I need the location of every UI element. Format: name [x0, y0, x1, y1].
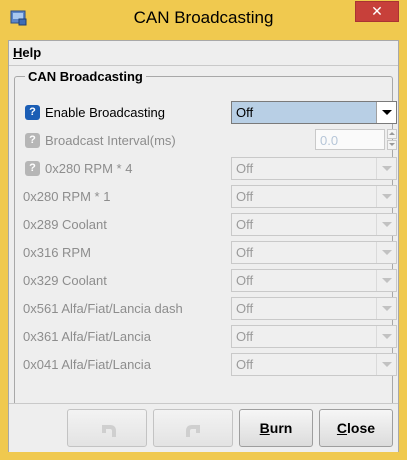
broadcast-interval-spinner[interactable]: 0.0 [315, 129, 397, 150]
select-value: Off [236, 357, 254, 372]
help-icon[interactable]: ? [25, 161, 40, 176]
setting-label: 0x329 Coolant [23, 273, 107, 288]
dropdown-button[interactable] [376, 270, 396, 291]
setting-select[interactable]: Off [231, 297, 397, 320]
setting-row-0x280-rpm-1: 0x280 RPM * 1 Off [23, 185, 397, 209]
setting-label: 0x289 Coolant [23, 217, 107, 232]
button-bar: Burn Close [9, 403, 398, 452]
dropdown-button[interactable] [376, 326, 396, 347]
setting-row-0x329-coolant: 0x329 Coolant Off [23, 269, 397, 293]
select-value: Off [236, 189, 254, 204]
setting-row-0x361-alfa-fiat-lancia: 0x361 Alfa/Fiat/Lancia Off [23, 325, 397, 349]
menu-help-label: elp [22, 45, 42, 60]
setting-row-0x280-rpm-4: ? 0x280 RPM * 4 Off [23, 157, 397, 181]
title-bar[interactable]: CAN Broadcasting ✕ [0, 0, 407, 38]
setting-label: 0x316 RPM [23, 245, 91, 260]
setting-row-0x289-coolant: 0x289 Coolant Off [23, 213, 397, 237]
select-value: Off [236, 329, 254, 344]
burn-label: urn [269, 420, 293, 436]
select-value: Off [236, 217, 254, 232]
setting-select[interactable]: Off [231, 213, 397, 236]
setting-select[interactable]: Off [231, 353, 397, 376]
dialog-body: Help CAN Broadcasting ? Enable Broadcast… [8, 40, 399, 452]
undo-icon [102, 425, 116, 437]
setting-label: Enable Broadcasting [45, 105, 165, 120]
redo-icon [186, 425, 200, 437]
setting-row-broadcast-interval: ? Broadcast Interval(ms) 0.0 [23, 129, 397, 153]
chevron-down-icon [382, 334, 392, 339]
select-value: Off [236, 301, 254, 316]
dropdown-button[interactable] [376, 186, 396, 207]
close-mnemonic: C [336, 420, 348, 436]
setting-row-enable-broadcasting: ? Enable Broadcasting Off [23, 101, 397, 125]
setting-select[interactable]: Off [231, 157, 397, 180]
menu-bar: Help [9, 41, 398, 66]
setting-label: 0x280 RPM * 1 [23, 189, 111, 204]
dropdown-button[interactable] [376, 242, 396, 263]
help-icon[interactable]: ? [25, 133, 40, 148]
chevron-down-icon [382, 110, 392, 115]
dropdown-button[interactable] [376, 158, 396, 179]
setting-label: Broadcast Interval(ms) [45, 133, 176, 148]
spinner-buttons [387, 129, 397, 150]
setting-select[interactable]: Off [231, 325, 397, 348]
setting-row-0x316-rpm: 0x316 RPM Off [23, 241, 397, 265]
setting-label: 0x280 RPM * 4 [45, 161, 133, 176]
close-button[interactable]: Close [319, 409, 393, 447]
enable-broadcasting-select[interactable]: Off [231, 101, 397, 124]
dialog-window: CAN Broadcasting ✕ Help CAN Broadcasting… [0, 0, 407, 460]
dropdown-button[interactable] [376, 102, 396, 123]
spinner-up-button[interactable] [387, 129, 397, 139]
window-title: CAN Broadcasting [133, 8, 274, 27]
select-value: Off [236, 273, 254, 288]
spinner-value: 0.0 [320, 133, 339, 148]
select-value: Off [236, 105, 254, 120]
setting-select[interactable]: Off [231, 185, 397, 208]
setting-row-0x561-alfa-fiat-lancia-dash: 0x561 Alfa/Fiat/Lancia dash Off [23, 297, 397, 321]
spinner-down-button[interactable] [387, 140, 397, 150]
burn-mnemonic: B [259, 420, 270, 436]
dropdown-button[interactable] [376, 214, 396, 235]
window-close-button[interactable]: ✕ [355, 1, 399, 22]
chevron-down-icon [382, 362, 392, 367]
dropdown-button[interactable] [376, 354, 396, 375]
chevron-down-icon [382, 306, 392, 311]
close-icon: ✕ [371, 3, 383, 19]
chevron-down-icon [382, 194, 392, 199]
undo-button[interactable] [67, 409, 147, 447]
group-legend: CAN Broadcasting [25, 69, 146, 84]
select-value: Off [236, 245, 254, 260]
chevron-down-icon [382, 278, 392, 283]
redo-button[interactable] [153, 409, 233, 447]
select-value: Off [236, 161, 254, 176]
burn-button[interactable]: Burn [239, 409, 313, 447]
menu-help-mnemonic: H [13, 45, 23, 60]
dropdown-button[interactable] [376, 298, 396, 319]
setting-select[interactable]: Off [231, 269, 397, 292]
close-label: lose [347, 420, 376, 436]
setting-label: 0x041 Alfa/Fiat/Lancia [23, 357, 151, 372]
menu-help[interactable]: Help [13, 45, 41, 60]
broadcast-interval-input[interactable]: 0.0 [315, 129, 385, 150]
setting-label: 0x561 Alfa/Fiat/Lancia dash [23, 301, 183, 316]
help-icon[interactable]: ? [25, 105, 40, 120]
chevron-down-icon [382, 250, 392, 255]
setting-row-0x041-alfa-fiat-lancia: 0x041 Alfa/Fiat/Lancia Off [23, 353, 397, 377]
chevron-down-icon [382, 222, 392, 227]
setting-select[interactable]: Off [231, 241, 397, 264]
chevron-down-icon [382, 166, 392, 171]
setting-label: 0x361 Alfa/Fiat/Lancia [23, 329, 151, 344]
